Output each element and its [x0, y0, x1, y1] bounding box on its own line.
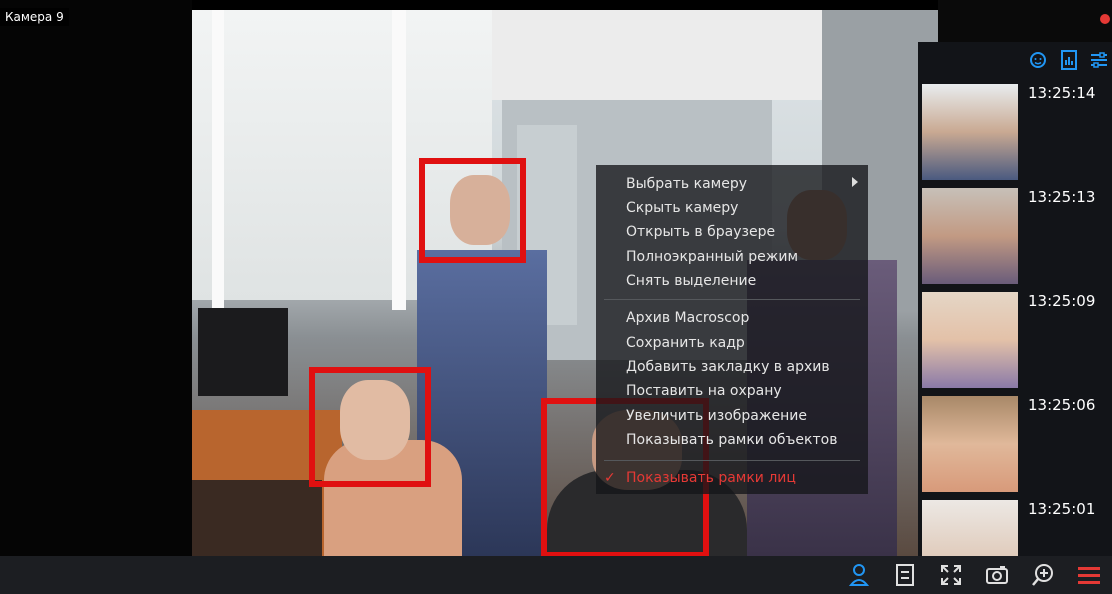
face-timestamp: 13:25:06	[1028, 396, 1096, 414]
menu-item-save-frame[interactable]: Сохранить кадр	[626, 335, 745, 351]
menu-item-face-frames-label: Показывать рамки лиц	[626, 470, 796, 486]
face-timestamp: 13:25:14	[1028, 84, 1096, 102]
bottom-toolbar	[0, 556, 1112, 594]
menu-item-object-frames[interactable]: Показывать рамки объектов	[626, 432, 837, 448]
menu-item-arm[interactable]: Поставить на охрану	[626, 383, 782, 399]
camera-context-menu: Выбрать камеру Скрыть камеру Открыть в б…	[596, 165, 868, 494]
report-icon[interactable]	[1060, 50, 1078, 70]
window-frame	[212, 10, 224, 310]
checkmark-icon: ✓	[604, 470, 616, 486]
face-panel-toolbar	[918, 42, 1112, 78]
submenu-arrow-icon	[852, 177, 858, 187]
menu-item-deselect[interactable]: Снять выделение	[626, 273, 756, 289]
menu-item-fullscreen[interactable]: Полноэкранный режим	[626, 249, 798, 265]
face-search-icon[interactable]	[1028, 50, 1048, 70]
face-thumbnail	[922, 188, 1018, 284]
right-header	[938, 0, 1112, 42]
menu-item-open-browser[interactable]: Открыть в браузере	[626, 224, 775, 240]
menu-separator	[604, 299, 860, 300]
menu-item-select-camera[interactable]: Выбрать камеру	[626, 176, 747, 192]
menu-item-archive[interactable]: Архив Macroscop	[626, 310, 749, 326]
filter-settings-icon[interactable]	[1090, 50, 1108, 70]
wall-center	[492, 10, 822, 100]
face-list-item[interactable]: 13:25:09	[920, 288, 1110, 392]
monitor	[198, 308, 288, 396]
face-thumbnail	[922, 396, 1018, 492]
face-detection-box	[309, 367, 431, 487]
face-timestamp: 13:25:01	[1028, 500, 1096, 518]
camera-title: Камера 9	[0, 8, 69, 26]
menu-item-zoom[interactable]: Увеличить изображение	[626, 408, 807, 424]
face-list-item[interactable]: 13:25:13	[920, 184, 1110, 288]
snapshot-icon[interactable]	[974, 556, 1020, 594]
archive-icon[interactable]	[882, 556, 928, 594]
menu-item-hide-camera[interactable]: Скрыть камеру	[626, 200, 738, 216]
person-icon[interactable]	[836, 556, 882, 594]
face-list-item[interactable]: 13:25:01	[920, 496, 1110, 556]
face-detection-panel: 13:25:14 13:25:13 13:25:09 13:25:06 13:2…	[918, 42, 1112, 556]
face-list-item[interactable]: 13:25:06	[920, 392, 1110, 496]
face-thumbnail	[922, 84, 1018, 180]
menu-icon[interactable]	[1066, 556, 1112, 594]
zoom-icon[interactable]	[1020, 556, 1066, 594]
face-detection-box	[419, 158, 526, 263]
menu-separator	[604, 460, 860, 461]
face-thumbnail	[922, 500, 1018, 556]
record-indicator-icon	[1100, 14, 1110, 24]
fullscreen-icon[interactable]	[928, 556, 974, 594]
desk-shadow	[192, 480, 322, 556]
menu-item-add-bookmark[interactable]: Добавить закладку в архив	[626, 359, 830, 375]
face-thumbnail	[922, 292, 1018, 388]
left-letterbox	[0, 0, 192, 556]
face-timestamp: 13:25:09	[1028, 292, 1096, 310]
face-list-item[interactable]: 13:25:14	[920, 80, 1110, 184]
face-timestamp: 13:25:13	[1028, 188, 1096, 206]
menu-item-face-frames[interactable]: ✓ Показывать рамки лиц	[604, 470, 796, 486]
window-frame	[392, 10, 406, 310]
